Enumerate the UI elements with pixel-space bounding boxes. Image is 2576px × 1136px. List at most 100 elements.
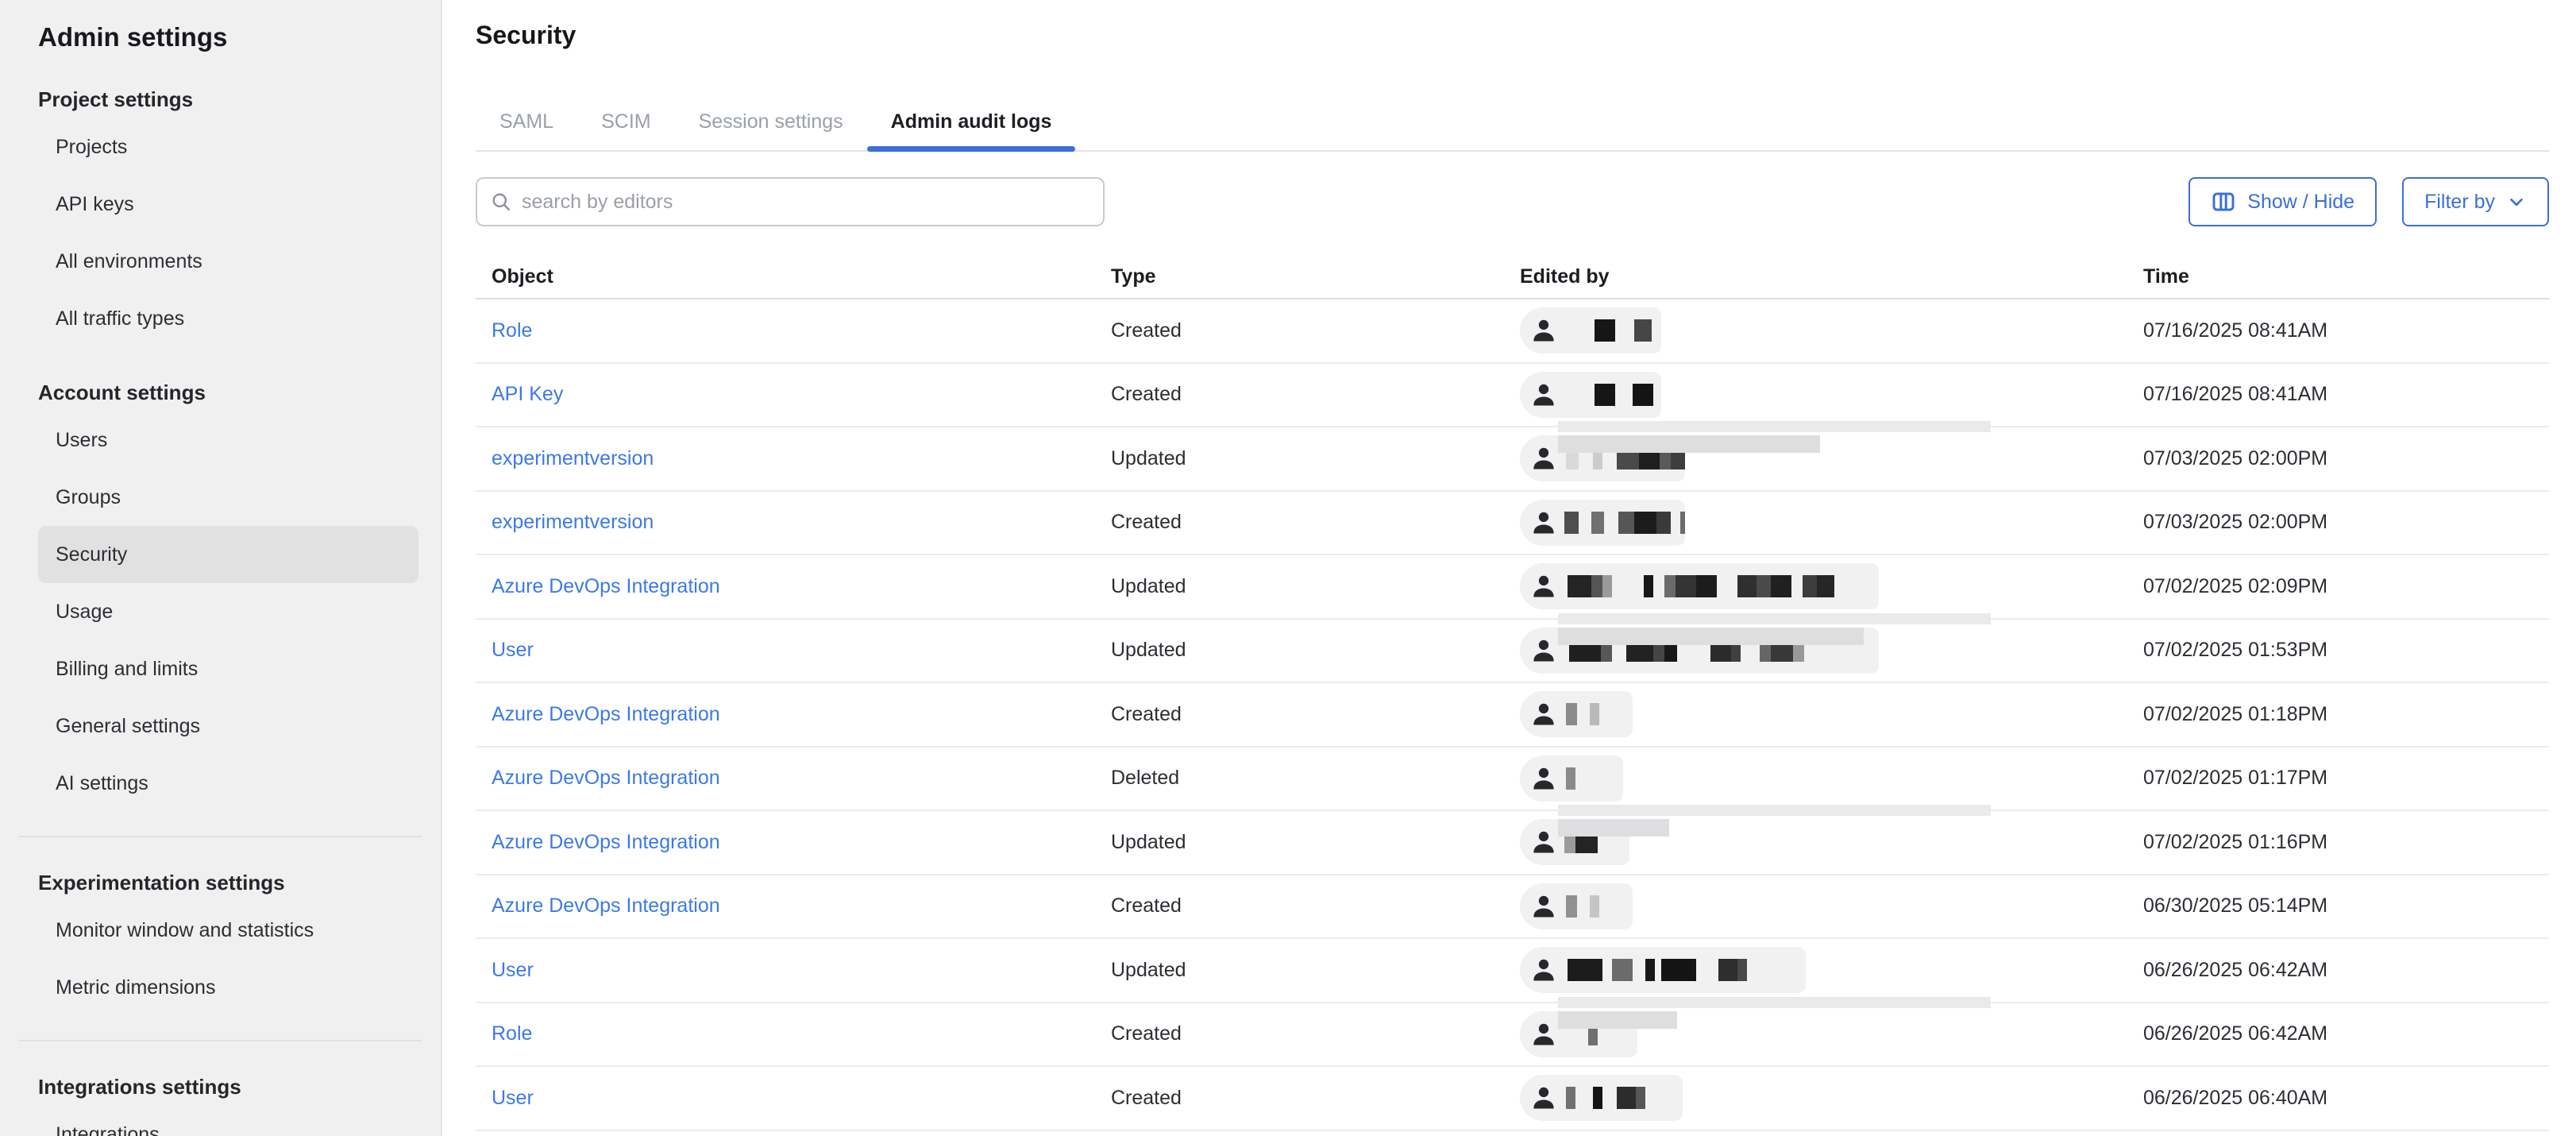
type-cell: Created bbox=[1111, 319, 1520, 342]
sidebar-section-label-account-settings: Account settings bbox=[19, 381, 422, 405]
editor-pill bbox=[1520, 307, 1661, 354]
table-row[interactable]: experimentversionCreated07/03/2025 02:00… bbox=[476, 492, 2549, 556]
editor-pill bbox=[1520, 372, 1661, 418]
time-cell: 07/02/2025 01:16PM bbox=[2143, 831, 2549, 854]
table-body: RoleCreated07/16/2025 08:41AMAPI KeyCrea… bbox=[476, 299, 2549, 1131]
redacted-text-block bbox=[1591, 512, 1604, 534]
filter-by-label: Filter by bbox=[2424, 191, 2495, 214]
object-link[interactable]: Azure DevOps Integration bbox=[492, 575, 720, 597]
type-cell: Created bbox=[1111, 703, 1520, 726]
table-row[interactable]: Azure DevOps Integration Updated 07/02/202… bbox=[476, 555, 2549, 620]
object-link[interactable]: Azure DevOps Integration bbox=[492, 703, 720, 725]
object-cell: User bbox=[476, 959, 1111, 982]
search-icon bbox=[490, 191, 512, 213]
tab-scim[interactable]: SCIM bbox=[577, 93, 675, 150]
table-row[interactable]: UserUpdated07/02/2025 01:53PM bbox=[476, 620, 2549, 684]
redacted-text-block bbox=[1590, 703, 1599, 725]
person-icon bbox=[1529, 444, 1558, 473]
table-row[interactable]: Azure DevOps IntegrationCreated07/02/202… bbox=[476, 683, 2549, 748]
person-icon bbox=[1529, 1020, 1558, 1049]
table-row[interactable]: UserCreated06/26/2025 06:40AM bbox=[476, 1067, 2549, 1131]
edited-by-cell bbox=[1520, 620, 2143, 682]
tab-bar: SAMLSCIMSession settingsAdmin audit logs bbox=[476, 93, 2549, 152]
object-link[interactable]: Azure DevOps Integration bbox=[492, 767, 720, 789]
edited-by-cell bbox=[1520, 939, 2143, 1002]
table-row[interactable]: Azure DevOps IntegrationUpdated07/02/202… bbox=[476, 811, 2549, 875]
sidebar-item-api-keys[interactable]: API keys bbox=[38, 176, 418, 233]
sidebar-item-security[interactable]: Security bbox=[38, 526, 418, 583]
edited-by-cell bbox=[1520, 1067, 2143, 1130]
object-link[interactable]: User bbox=[492, 959, 534, 981]
table-row[interactable]: RoleCreated06/26/2025 06:42AM bbox=[476, 1003, 2549, 1068]
object-link[interactable]: experimentversion bbox=[492, 511, 654, 533]
sidebar-item-metric-dimensions[interactable]: Metric dimensions bbox=[38, 959, 418, 1016]
person-icon bbox=[1529, 381, 1558, 409]
object-link[interactable]: Role bbox=[492, 319, 532, 342]
object-link[interactable]: Azure DevOps Integration bbox=[492, 831, 720, 853]
type-cell: Updated bbox=[1111, 575, 1520, 598]
redacted-text-block bbox=[1595, 319, 1615, 342]
redacted-text-block bbox=[1634, 319, 1652, 342]
person-icon bbox=[1529, 508, 1558, 537]
redacted-text-block bbox=[1676, 575, 1696, 597]
redacted-text-block bbox=[1566, 895, 1577, 918]
redacted-text-block bbox=[1656, 512, 1671, 534]
time-cell: 07/03/2025 02:00PM bbox=[2143, 511, 2549, 534]
sidebar-item-all-environments[interactable]: All environments bbox=[38, 233, 418, 290]
object-link[interactable]: Azure DevOps Integration bbox=[492, 895, 720, 917]
sidebar-item-groups[interactable]: Groups bbox=[38, 469, 418, 526]
table-row[interactable]: API KeyCreated07/16/2025 08:41AM bbox=[476, 364, 2549, 428]
sidebar-section-label-integrations-settings: Integrations settings bbox=[19, 1075, 422, 1099]
object-cell: Azure DevOps Integration bbox=[476, 895, 1111, 918]
column-header-time: Time bbox=[2143, 265, 2549, 288]
table-row[interactable]: RoleCreated07/16/2025 08:41AM bbox=[476, 299, 2549, 364]
sidebar-item-projects[interactable]: Projects bbox=[38, 118, 418, 176]
search-input[interactable] bbox=[522, 191, 1090, 214]
object-link[interactable]: User bbox=[492, 639, 534, 661]
object-cell: Azure DevOps Integration bbox=[476, 767, 1111, 790]
edited-by-cell bbox=[1520, 364, 2143, 427]
object-link[interactable]: API Key bbox=[492, 383, 563, 405]
search-box[interactable] bbox=[476, 177, 1105, 226]
sidebar-item-usage[interactable]: Usage bbox=[38, 583, 418, 640]
object-link[interactable]: Role bbox=[492, 1022, 532, 1045]
person-icon bbox=[1529, 700, 1558, 728]
redacted-text-block bbox=[1803, 575, 1817, 597]
object-link[interactable]: experimentversion bbox=[492, 447, 654, 469]
time-cell: 07/02/2025 02:09PM bbox=[2143, 575, 2549, 598]
tab-session-settings[interactable]: Session settings bbox=[675, 93, 867, 150]
object-link[interactable]: User bbox=[492, 1087, 534, 1109]
redacted-text-block bbox=[1633, 384, 1653, 406]
redacted-text-block bbox=[1737, 959, 1747, 981]
edited-by-cell bbox=[1520, 683, 2143, 746]
edited-by-cell bbox=[1520, 875, 2143, 938]
table-row[interactable]: experimentversionUpdated07/03/2025 02:00… bbox=[476, 427, 2549, 492]
column-header-edited-by: Edited by bbox=[1520, 255, 2143, 298]
sidebar-item-ai-settings[interactable]: AI settings bbox=[38, 755, 418, 812]
person-icon bbox=[1529, 316, 1558, 345]
edited-by-cell bbox=[1520, 427, 2143, 490]
sidebar-item-monitor-window-and-statistics[interactable]: Monitor window and statistics bbox=[38, 902, 418, 959]
main-content: Security SAMLSCIMSession settingsAdmin a… bbox=[442, 0, 2576, 1136]
show-hide-button[interactable]: Show / Hide bbox=[2188, 177, 2377, 226]
sidebar: Admin settings Project settingsProjectsA… bbox=[0, 0, 442, 1136]
object-cell: User bbox=[476, 639, 1111, 662]
tab-admin-audit-logs[interactable]: Admin audit logs bbox=[867, 93, 1076, 150]
sidebar-item-billing-and-limits[interactable]: Billing and limits bbox=[38, 640, 418, 697]
person-icon bbox=[1529, 636, 1558, 665]
tab-saml[interactable]: SAML bbox=[476, 93, 577, 150]
object-cell: experimentversion bbox=[476, 447, 1111, 470]
edited-by-cell bbox=[1520, 492, 2143, 554]
sidebar-item-integrations[interactable]: Integrations bbox=[38, 1106, 418, 1136]
sidebar-item-users[interactable]: Users bbox=[38, 412, 418, 469]
redacted-text-block bbox=[1757, 575, 1771, 597]
table-row[interactable]: UserUpdated06/26/2025 06:42AM bbox=[476, 939, 2549, 1003]
table-row[interactable]: Azure DevOps IntegrationCreated06/30/202… bbox=[476, 875, 2549, 940]
object-cell: Azure DevOps Integration bbox=[476, 831, 1111, 854]
type-cell: Created bbox=[1111, 1087, 1520, 1110]
sidebar-item-general-settings[interactable]: General settings bbox=[38, 697, 418, 755]
filter-by-button[interactable]: Filter by bbox=[2402, 177, 2549, 226]
time-cell: 07/02/2025 01:17PM bbox=[2143, 767, 2549, 790]
table-row[interactable]: Azure DevOps IntegrationDeleted07/02/202… bbox=[476, 748, 2549, 812]
sidebar-item-all-traffic-types[interactable]: All traffic types bbox=[38, 290, 418, 347]
